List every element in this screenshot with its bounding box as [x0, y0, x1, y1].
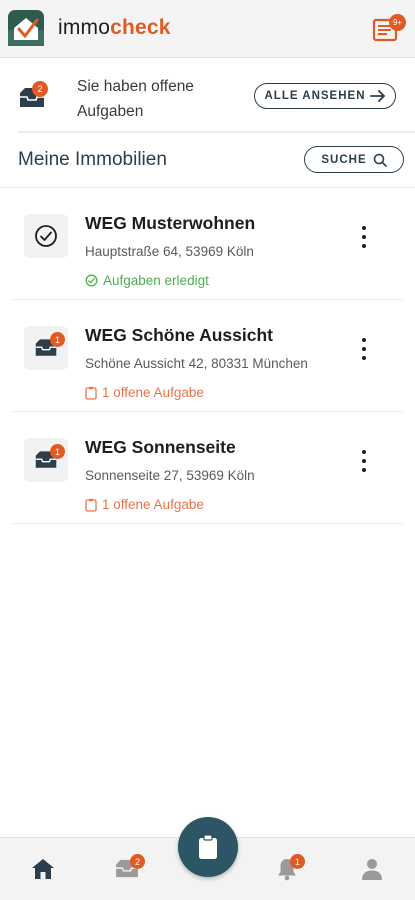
- search-label: SUCHE: [321, 153, 367, 166]
- nav-notifications[interactable]: 1: [270, 852, 305, 886]
- property-name: WEG Schöne Aussicht: [85, 325, 273, 345]
- open-tasks-text: Sie haben offene Aufgaben: [77, 78, 194, 120]
- brand-part-1: immo: [58, 16, 111, 39]
- section-title: Meine Immobilien: [18, 149, 167, 170]
- app-title: immocheck: [58, 16, 171, 40]
- inbox-icon: 2: [18, 81, 52, 111]
- property-badge: 1: [50, 444, 65, 459]
- search-button[interactable]: SUCHE: [304, 146, 404, 173]
- view-all-button[interactable]: ALLE ANSEHEN: [254, 83, 396, 109]
- property-name: WEG Sonnenseite: [85, 437, 236, 457]
- clipboard-icon: [85, 386, 97, 400]
- header-badge: 9+: [389, 14, 406, 31]
- nav-inbox[interactable]: 2: [110, 852, 145, 886]
- app-logo-icon: [8, 10, 44, 46]
- property-status-text: 1 offene Aufgabe: [102, 385, 204, 400]
- property-status-text: 1 offene Aufgabe: [102, 497, 204, 512]
- inbox-badge: 2: [130, 854, 145, 869]
- property-card[interactable]: WEG Musterwohnen Hauptstraße 64, 53969 K…: [0, 188, 415, 300]
- clipboard-icon: [199, 834, 217, 859]
- view-all-label: ALLE ANSEHEN: [264, 90, 366, 102]
- inbox-icon: 1: [24, 326, 68, 370]
- home-icon: [32, 859, 54, 879]
- open-tasks-banner: 2 Sie haben offene Aufgaben ALLE ANSEHEN: [0, 59, 415, 132]
- app-header: immocheck 9+: [0, 0, 415, 58]
- property-address: Hauptstraße 64, 53969 Köln: [85, 244, 254, 259]
- check-circle-small-icon: [85, 274, 98, 287]
- property-card[interactable]: 1 WEG Schöne Aussicht Schöne Aussicht 42…: [0, 300, 415, 412]
- tasks-overview-button[interactable]: 9+: [372, 12, 406, 46]
- divider: [18, 131, 415, 133]
- property-address: Schöne Aussicht 42, 80331 München: [85, 356, 308, 371]
- property-badge: 1: [50, 332, 65, 347]
- property-name: WEG Musterwohnen: [85, 213, 256, 233]
- more-options-icon[interactable]: [354, 224, 374, 250]
- divider: [12, 523, 403, 524]
- more-options-icon[interactable]: [354, 448, 374, 474]
- property-status: 1 offene Aufgabe: [85, 385, 204, 400]
- arrow-right-icon: [369, 90, 385, 102]
- property-address: Sonnenseite 27, 53969 Köln: [85, 468, 255, 483]
- new-task-fab-button[interactable]: [178, 817, 238, 877]
- property-card[interactable]: 1 WEG Sonnenseite Sonnenseite 27, 53969 …: [0, 412, 415, 524]
- inbox-icon: 1: [24, 438, 68, 482]
- nav-home[interactable]: [26, 852, 60, 886]
- property-status: Aufgaben erledigt: [85, 273, 209, 288]
- search-icon: [373, 153, 387, 167]
- check-circle-icon: [24, 214, 68, 258]
- property-status-text: Aufgaben erledigt: [103, 273, 209, 288]
- nav-profile[interactable]: [355, 852, 389, 886]
- notifications-badge: 1: [290, 854, 305, 869]
- clipboard-icon: [85, 498, 97, 512]
- more-options-icon[interactable]: [354, 336, 374, 362]
- property-status: 1 offene Aufgabe: [85, 497, 204, 512]
- user-icon: [362, 859, 382, 880]
- brand-part-2: check: [110, 16, 171, 39]
- open-tasks-badge: 2: [32, 81, 48, 97]
